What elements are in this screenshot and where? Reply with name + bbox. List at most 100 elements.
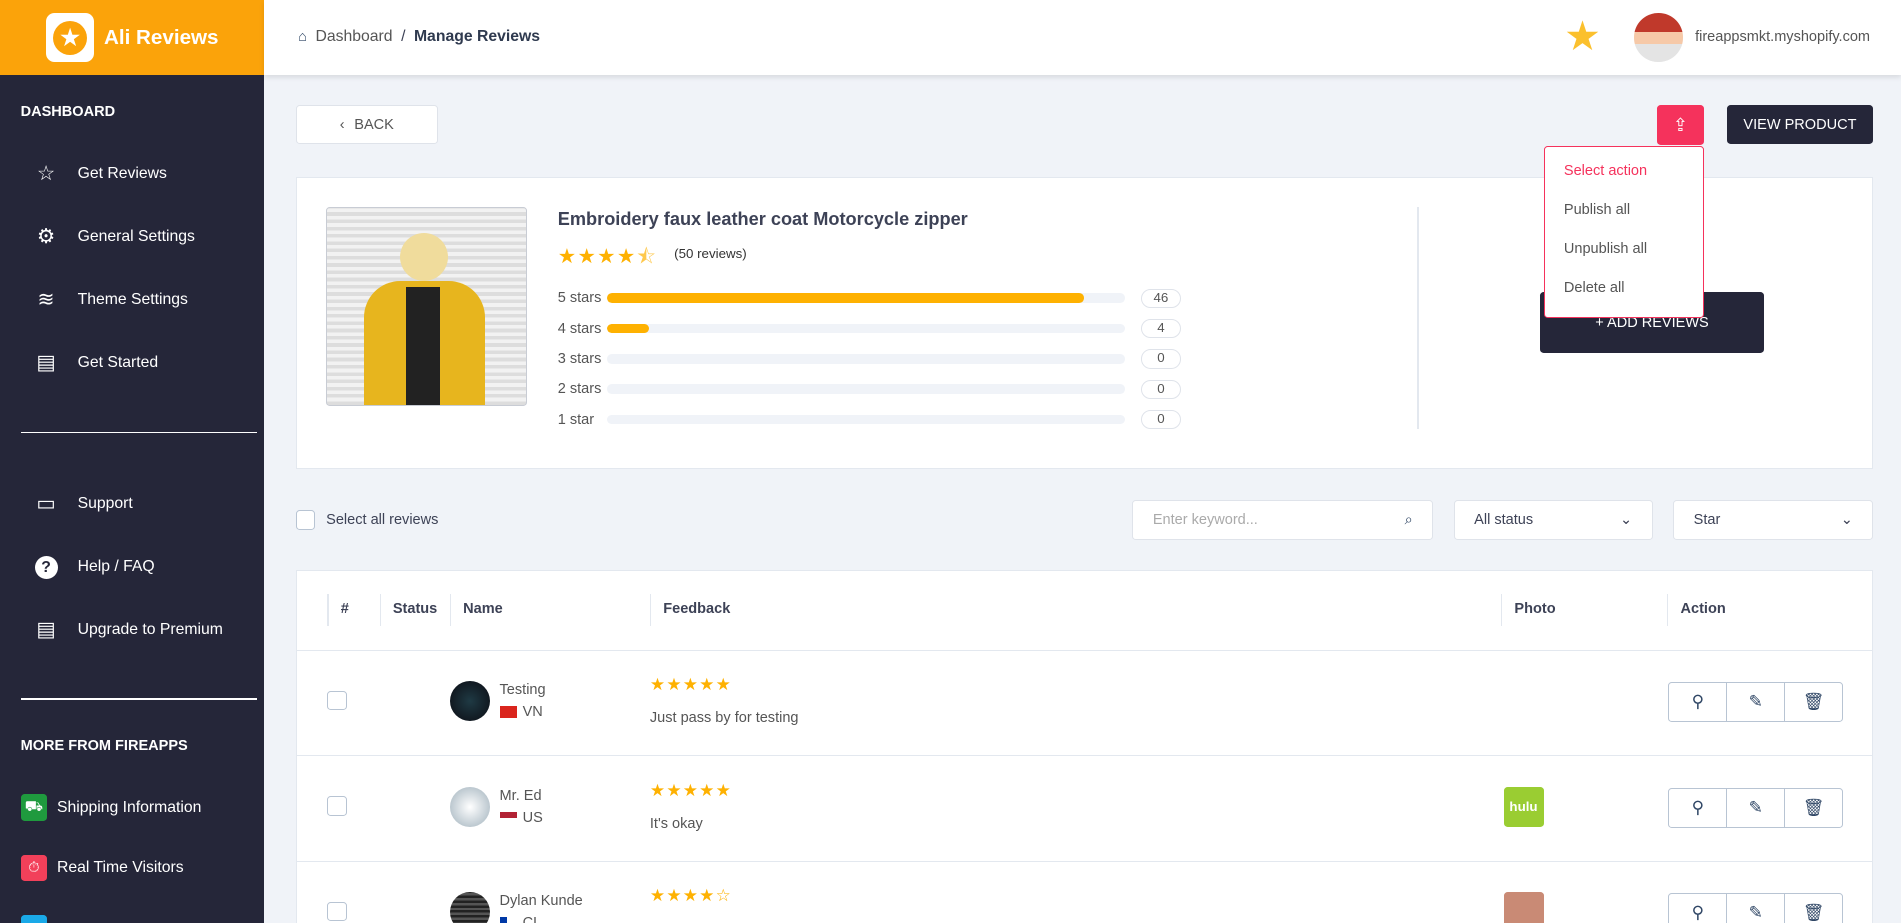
column-header-number: # — [340, 601, 349, 618]
row-actions: ⚲ ✎ 🗑 — [1668, 893, 1843, 923]
search-icon[interactable]: ⌕ — [1405, 512, 1413, 528]
menu-item-unpublish-all[interactable]: Unpublish all — [1564, 241, 1647, 257]
review-count: (50 reviews) — [674, 246, 747, 262]
rating-bar-fill — [607, 293, 1084, 304]
product-title: Embroidery faux leather coat Motorcycle … — [557, 208, 968, 229]
trash-icon[interactable]: 🗑 — [1785, 683, 1842, 721]
pin-icon[interactable]: ⚲ — [1669, 683, 1728, 722]
divider — [20, 698, 258, 700]
avatar — [449, 681, 490, 722]
country-code: CL — [523, 915, 542, 922]
chat-icon: ▭ — [36, 492, 56, 516]
column-header-photo: Photo — [1514, 601, 1556, 618]
trash-icon[interactable]: 🗑 — [1785, 894, 1842, 922]
flag-icon — [499, 706, 517, 719]
sidebar-item-help[interactable]: ? Help / FAQ — [34, 554, 155, 580]
avatar[interactable] — [1634, 13, 1683, 62]
menu-item-select-action[interactable]: Select action — [1564, 163, 1647, 179]
avatar — [449, 786, 490, 827]
review-stars: ★★★★☆ — [649, 886, 733, 906]
sidebar-app-shipping-information[interactable]: ⛟ Shipping Information — [20, 794, 202, 821]
flag-icon — [499, 917, 517, 923]
sidebar-item-support[interactable]: ▭ Support — [34, 491, 132, 516]
reviewer-name: Testing — [499, 682, 546, 699]
sidebar-item-label: Shipping Information — [56, 798, 202, 816]
row-checkbox[interactable] — [327, 796, 347, 816]
sidebar-item-theme-settings[interactable]: ≋ Theme Settings — [34, 287, 188, 312]
reviewer-country: CL — [499, 915, 542, 923]
row-checkbox[interactable] — [327, 690, 347, 711]
menu-item-publish-all[interactable]: Publish all — [1564, 202, 1630, 218]
rating-row: 3 stars 0 — [557, 349, 1181, 369]
sidebar-item-get-started[interactable]: ▤ Get Started — [34, 350, 158, 375]
select-all-checkbox[interactable] — [295, 510, 316, 530]
document-icon: ▤ — [36, 351, 56, 375]
product-image — [326, 207, 528, 407]
sidebar-item-label: Theme Settings — [77, 290, 188, 308]
rating-count: 46 — [1140, 288, 1181, 308]
rating-row: 4 stars 4 — [558, 318, 1181, 339]
row-actions: ⚲ ✎ 🗑 — [1668, 682, 1843, 723]
table-row: Dylan Kunde CL ★★★★☆ ⚲✎🗑 — [297, 860, 1873, 923]
back-button[interactable]: ‹ BACK — [295, 105, 438, 145]
table-row: Testing VN ★★★★★ Just pass by for testin… — [297, 649, 1873, 756]
column-header-status: Status — [392, 601, 438, 618]
rating-bar-fill — [607, 323, 649, 334]
pin-icon[interactable]: ⚲ — [1669, 788, 1728, 827]
search-placeholder: Enter keyword... — [1152, 511, 1258, 528]
view-product-button[interactable]: VIEW PRODUCT — [1726, 105, 1874, 145]
country-code: VN — [522, 704, 543, 721]
breadcrumb-dashboard[interactable]: Dashboard — [316, 28, 393, 46]
country-code: US — [522, 809, 543, 826]
star-filter-value: Star — [1693, 511, 1721, 528]
review-photo[interactable]: hulu — [1503, 786, 1544, 827]
reviewer-name: Mr. Ed — [499, 787, 542, 804]
section-more-from-fireapps: MORE FROM FIREAPPS — [20, 738, 188, 755]
row-actions: ⚲ ✎ 🗑 — [1668, 787, 1843, 828]
document-icon: ▤ — [36, 618, 56, 642]
pin-icon[interactable]: ⚲ — [1669, 894, 1728, 923]
photo-logo-text: hulu — [1509, 799, 1538, 815]
app-icon[interactable] — [20, 915, 48, 923]
review-feedback: Just pass by for testing — [649, 710, 799, 727]
breadcrumb: ⌂ Dashboard / Manage Reviews — [298, 28, 540, 46]
edit-icon[interactable]: ✎ — [1727, 788, 1786, 827]
sidebar-item-upgrade[interactable]: ▤ Upgrade to Premium — [34, 617, 223, 642]
sidebar-item-label: Help / FAQ — [77, 557, 155, 575]
select-all-label: Select all reviews — [326, 512, 439, 529]
app-name: Ali Reviews — [103, 25, 219, 49]
menu-item-delete-all[interactable]: Delete all — [1564, 280, 1625, 296]
rating-label: 3 stars — [557, 350, 602, 367]
avatar — [449, 892, 490, 923]
trash-icon[interactable]: 🗑 — [1785, 789, 1842, 827]
reviewer-country: VN — [499, 704, 543, 721]
select-all-reviews[interactable]: Select all reviews — [295, 510, 439, 530]
star-filter-select[interactable]: Star ⌄ — [1673, 499, 1874, 540]
store-name[interactable]: fireappsmkt.myshopify.com — [1695, 29, 1870, 45]
rating-bar — [607, 293, 1126, 304]
logo-icon: ★ — [45, 13, 95, 62]
star-badge-icon[interactable]: ★ — [1564, 12, 1601, 61]
edit-icon[interactable]: ✎ — [1727, 683, 1786, 722]
sidebar-item-general-settings[interactable]: ⚙ General Settings — [34, 224, 195, 249]
export-action-button[interactable]: ⇪ — [1657, 105, 1704, 146]
divider — [1417, 207, 1419, 430]
sidebar-app-real-time-visitors[interactable]: ⏱ Real Time Visitors — [20, 854, 184, 882]
rating-count: 0 — [1140, 409, 1181, 430]
breadcrumb-current: Manage Reviews — [413, 27, 540, 45]
app-logo[interactable]: ★ Ali Reviews — [0, 0, 265, 76]
status-filter-select[interactable]: All status ⌄ — [1453, 499, 1653, 540]
edit-icon[interactable]: ✎ — [1727, 894, 1786, 923]
search-input[interactable]: Enter keyword... ⌕ — [1132, 499, 1434, 540]
divider — [20, 431, 258, 433]
column-header-feedback: Feedback — [663, 601, 731, 618]
review-photo[interactable] — [1503, 892, 1544, 923]
breadcrumb-separator: / — [401, 27, 406, 45]
gear-icon: ⚙ — [36, 225, 56, 249]
sidebar-item-get-reviews[interactable]: ☆ Get Reviews — [34, 161, 167, 186]
question-icon: ? — [34, 554, 58, 580]
rating-row: 1 star 0 — [558, 409, 1181, 430]
column-header-name: Name — [463, 601, 503, 618]
row-checkbox[interactable] — [327, 901, 347, 922]
top-bar: ⌂ Dashboard / Manage Reviews ★ fireappsm… — [264, 0, 1901, 76]
